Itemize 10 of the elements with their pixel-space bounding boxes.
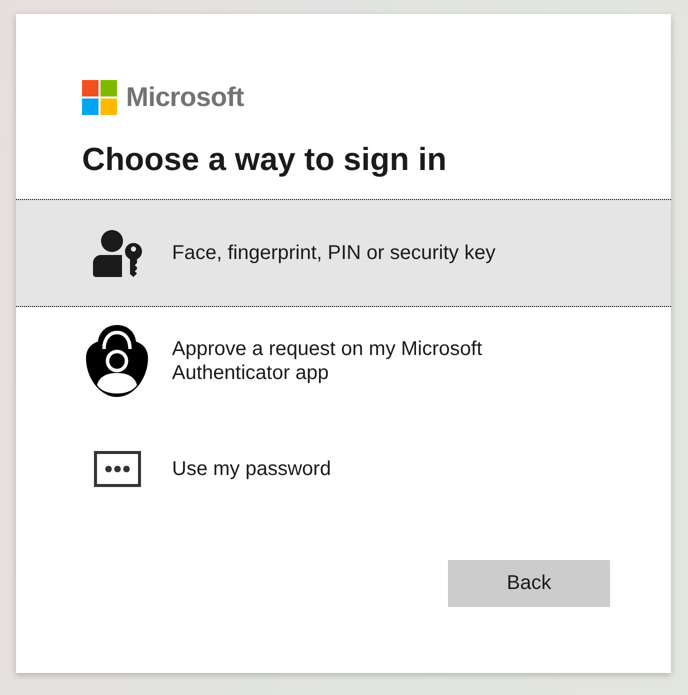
password-dots-icon bbox=[94, 451, 140, 487]
squares-logo-icon bbox=[82, 80, 117, 115]
sign-in-option[interactable]: Use my password bbox=[16, 415, 671, 523]
sign-in-option[interactable]: Approve a request on my Microsoft Authenticator app bbox=[16, 307, 671, 415]
back-button[interactable]: Back bbox=[448, 560, 610, 607]
person-key-icon bbox=[92, 230, 142, 276]
page-title: Choose a way to sign in bbox=[82, 140, 448, 179]
logo-text: Microsoft bbox=[126, 81, 244, 114]
lock-person-icon bbox=[86, 325, 148, 397]
sign-in-option[interactable]: Face, fingerprint, PIN or security key bbox=[16, 199, 671, 307]
